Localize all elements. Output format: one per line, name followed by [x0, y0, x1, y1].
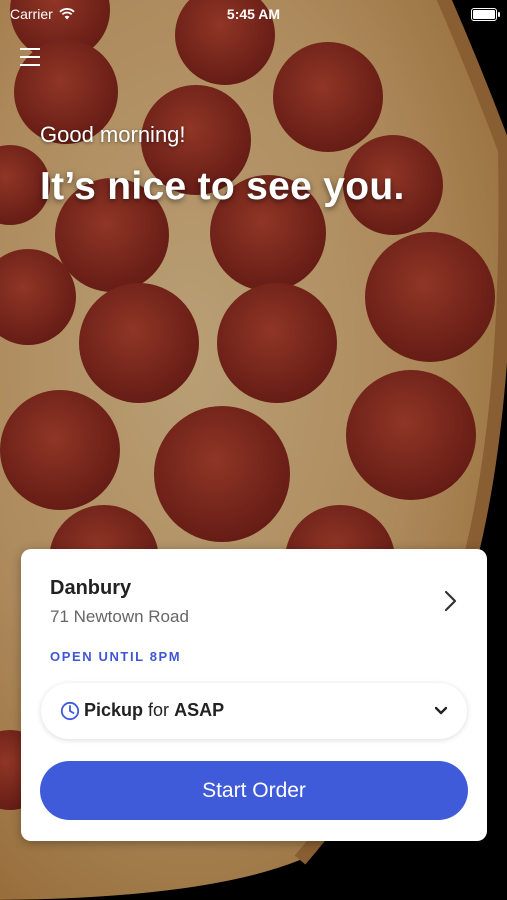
order-mode-selector[interactable]: Pickup for ASAP	[41, 683, 467, 739]
chevron-down-icon[interactable]	[433, 705, 449, 717]
status-bar: Carrier 5:45 AM	[0, 0, 507, 28]
store-name[interactable]: Danbury	[50, 577, 131, 600]
clock-time: 5:45 AM	[226, 6, 281, 22]
store-address[interactable]: 71 Newtown Road	[50, 607, 189, 627]
battery-icon	[471, 8, 500, 21]
greeting-text: Good morning!	[40, 122, 186, 147]
order-time-value: ASAP	[174, 700, 225, 720]
chevron-right-icon[interactable]	[441, 589, 461, 613]
welcome-headline: It’s nice to see you.	[40, 165, 405, 208]
order-mode-label: Pickup for ASAP	[84, 700, 224, 721]
order-mode-value: Pickup	[84, 700, 144, 720]
store-hours-status: OPEN UNTIL 8PM	[50, 649, 182, 664]
start-order-button[interactable]: Start Order	[40, 761, 468, 820]
store-order-card: Danbury 71 Newtown Road OPEN UNTIL 8PM P…	[21, 549, 487, 841]
clock-icon	[60, 701, 80, 721]
order-mode-connector: for	[148, 700, 170, 720]
hamburger-menu-icon[interactable]	[20, 48, 42, 66]
